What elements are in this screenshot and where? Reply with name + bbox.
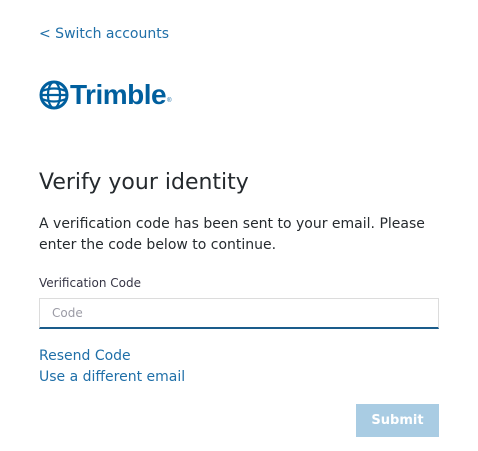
registered-mark: ® <box>167 98 172 104</box>
globe-icon <box>39 80 69 110</box>
switch-accounts-link[interactable]: < Switch accounts <box>39 26 169 42</box>
verification-message: A verification code has been sent to you… <box>39 216 425 253</box>
use-different-email-link[interactable]: Use a different email <box>39 369 185 385</box>
submit-button[interactable]: Submit <box>356 404 439 437</box>
verification-code-input[interactable] <box>39 298 439 329</box>
verification-code-label: Verification Code <box>39 276 141 290</box>
resend-code-link[interactable]: Resend Code <box>39 348 131 364</box>
trimble-logo: Trimble ® <box>39 78 172 112</box>
logo-wordmark: Trimble <box>70 79 167 110</box>
page-title: Verify your identity <box>39 170 249 195</box>
